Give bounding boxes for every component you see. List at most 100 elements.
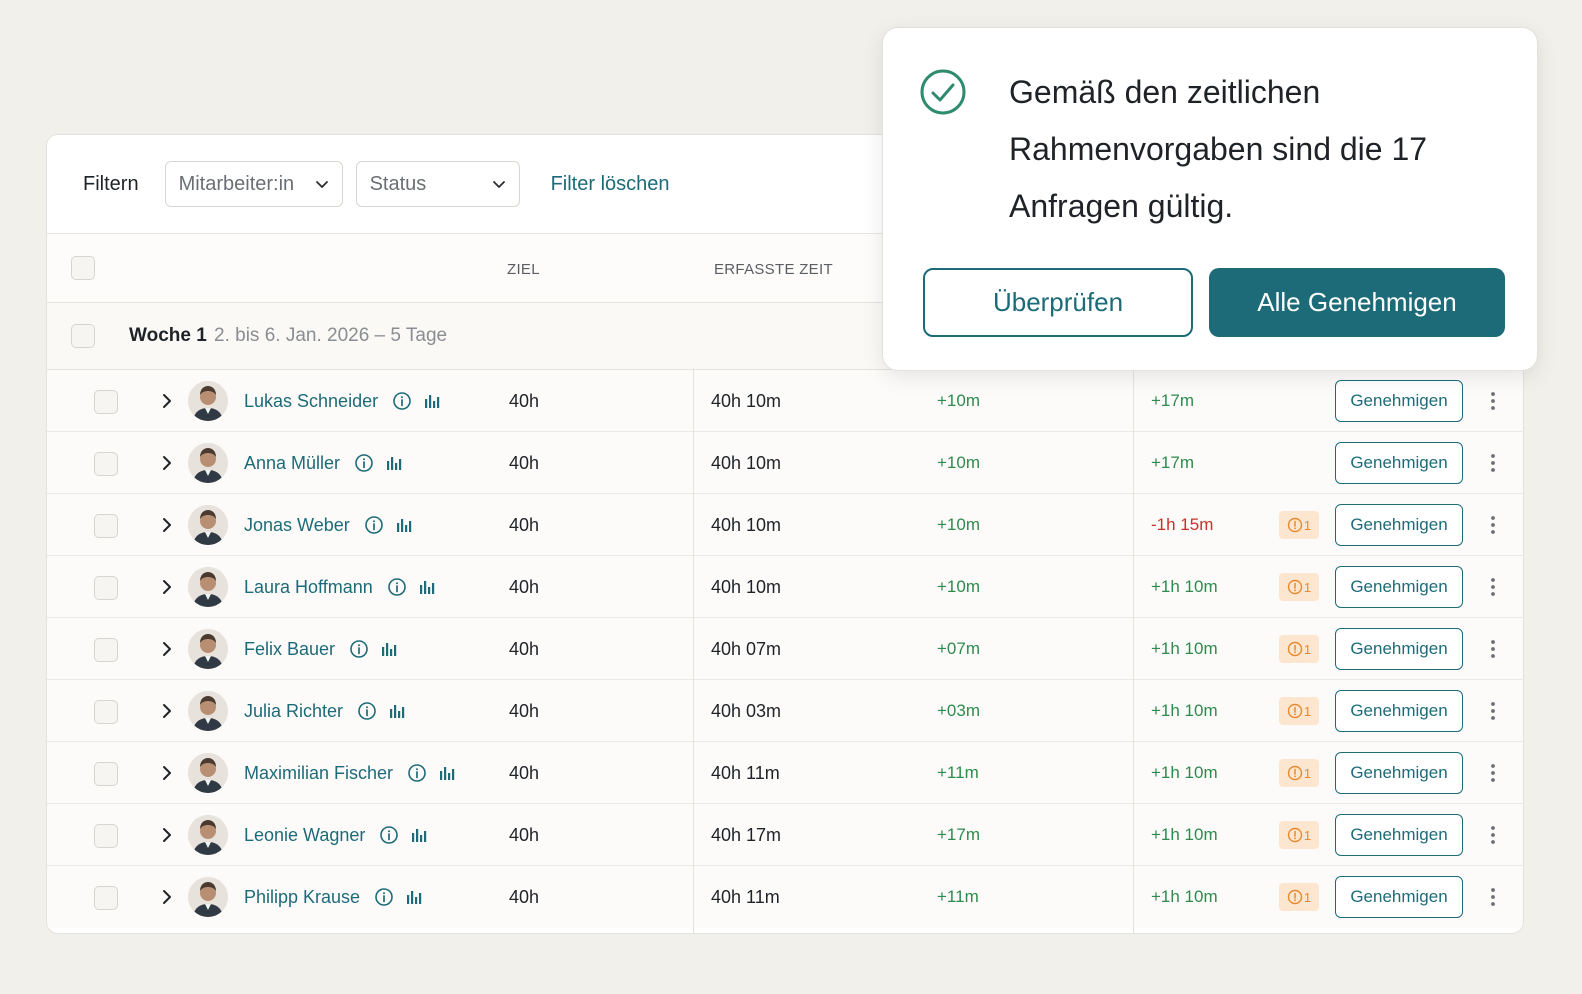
person-icon: [188, 691, 228, 731]
employee-name[interactable]: Lukas Schneider: [244, 391, 378, 412]
more-vertical-icon[interactable]: [1483, 823, 1503, 847]
chevron-right-icon[interactable]: [157, 763, 177, 783]
chevron-right-icon[interactable]: [157, 639, 177, 659]
info-icon[interactable]: [379, 825, 399, 845]
row-checkbox[interactable]: [94, 886, 118, 910]
column-header-recorded: ERFASSTE ZEIT: [714, 261, 833, 278]
warning-badge[interactable]: 1: [1279, 821, 1319, 849]
row-icons: [357, 701, 407, 721]
warning-badge[interactable]: 1: [1279, 511, 1319, 539]
bar-chart-icon[interactable]: [379, 639, 399, 659]
bar-chart-icon[interactable]: [437, 763, 457, 783]
info-icon[interactable]: [392, 391, 412, 411]
employee-name[interactable]: Laura Hoffmann: [244, 577, 373, 598]
row-icons: [379, 825, 429, 845]
row-checkbox[interactable]: [94, 514, 118, 538]
more-vertical-icon[interactable]: [1483, 761, 1503, 785]
info-icon[interactable]: [349, 639, 369, 659]
difference-value: +11m: [937, 763, 979, 782]
info-icon[interactable]: [357, 701, 377, 721]
chevron-right-icon[interactable]: [157, 825, 177, 845]
recorded-value: 40h 10m: [711, 577, 782, 597]
info-icon[interactable]: [374, 887, 394, 907]
row-checkbox[interactable]: [94, 762, 118, 786]
person-icon: [188, 877, 228, 917]
employee-name[interactable]: Anna Müller: [244, 453, 340, 474]
approve-button[interactable]: Genehmigen: [1335, 442, 1463, 484]
employee-name[interactable]: Leonie Wagner: [244, 825, 365, 846]
approve-button[interactable]: Genehmigen: [1335, 690, 1463, 732]
more-vertical-icon[interactable]: [1483, 513, 1503, 537]
chevron-right-icon[interactable]: [157, 701, 177, 721]
more-vertical-icon[interactable]: [1483, 885, 1503, 909]
status-select-value: Status: [369, 172, 427, 195]
employee-name[interactable]: Felix Bauer: [244, 639, 335, 660]
row-icons: [364, 515, 414, 535]
info-icon[interactable]: [354, 453, 374, 473]
column-header-goal: ZIEL: [507, 261, 540, 278]
more-vertical-icon[interactable]: [1483, 389, 1503, 413]
approve-button[interactable]: Genehmigen: [1335, 752, 1463, 794]
chevron-right-icon[interactable]: [157, 515, 177, 535]
select-all-checkbox[interactable]: [71, 256, 95, 280]
clear-filters-link[interactable]: Filter löschen: [551, 173, 670, 196]
warning-badge[interactable]: 1: [1279, 883, 1319, 911]
more-vertical-icon[interactable]: [1483, 575, 1503, 599]
goal-value: 40h: [509, 453, 540, 473]
chevron-right-icon[interactable]: [157, 391, 177, 411]
balance-value: +1h 10m: [1151, 577, 1218, 596]
warning-icon: [1287, 579, 1303, 595]
bar-chart-icon[interactable]: [409, 825, 429, 845]
approve-button[interactable]: Genehmigen: [1335, 876, 1463, 918]
row-checkbox[interactable]: [94, 638, 118, 662]
row-checkbox[interactable]: [94, 390, 118, 414]
row-checkbox[interactable]: [94, 824, 118, 848]
employee-name[interactable]: Maximilian Fischer: [244, 763, 393, 784]
table-row: Julia Richter 40h 40h 03m +03m +1h 10m 1…: [47, 680, 1523, 742]
chevron-right-icon[interactable]: [157, 453, 177, 473]
bar-chart-icon[interactable]: [384, 453, 404, 473]
info-icon[interactable]: [387, 577, 407, 597]
more-vertical-icon[interactable]: [1483, 451, 1503, 475]
warning-badge[interactable]: 1: [1279, 573, 1319, 601]
bar-chart-icon[interactable]: [394, 515, 414, 535]
more-vertical-icon[interactable]: [1483, 699, 1503, 723]
approve-button[interactable]: Genehmigen: [1335, 814, 1463, 856]
warning-badge[interactable]: 1: [1279, 635, 1319, 663]
chevron-right-icon[interactable]: [157, 577, 177, 597]
bar-chart-icon[interactable]: [387, 701, 407, 721]
recorded-value: 40h 10m: [711, 453, 782, 473]
approve-button[interactable]: Genehmigen: [1335, 504, 1463, 546]
info-icon[interactable]: [407, 763, 427, 783]
review-button[interactable]: Überprüfen: [923, 268, 1193, 337]
employee-name[interactable]: Julia Richter: [244, 701, 343, 722]
status-select[interactable]: Status: [355, 161, 520, 207]
approve-button[interactable]: Genehmigen: [1335, 380, 1463, 422]
warning-badge[interactable]: 1: [1279, 697, 1319, 725]
approve-all-button[interactable]: Alle Genehmigen: [1209, 268, 1505, 337]
row-checkbox[interactable]: [94, 700, 118, 724]
bar-chart-icon[interactable]: [417, 577, 437, 597]
week-checkbox[interactable]: [71, 324, 95, 348]
bar-chart-icon[interactable]: [422, 391, 442, 411]
employee-select[interactable]: Mitarbeiter:in: [164, 161, 343, 207]
more-vertical-icon[interactable]: [1483, 637, 1503, 661]
warning-count: 1: [1303, 765, 1312, 781]
employee-name[interactable]: Jonas Weber: [244, 515, 350, 536]
balance-value: +1h 10m: [1151, 763, 1218, 782]
goal-value: 40h: [509, 825, 540, 845]
chevron-right-icon[interactable]: [157, 887, 177, 907]
person-icon: [188, 567, 228, 607]
avatar: [188, 505, 228, 545]
employee-name[interactable]: Philipp Krause: [244, 887, 360, 908]
warning-icon: [1287, 703, 1303, 719]
row-checkbox[interactable]: [94, 452, 118, 476]
row-checkbox[interactable]: [94, 576, 118, 600]
approve-button[interactable]: Genehmigen: [1335, 628, 1463, 670]
warning-count: 1: [1303, 889, 1312, 905]
approve-button[interactable]: Genehmigen: [1335, 566, 1463, 608]
bar-chart-icon[interactable]: [404, 887, 424, 907]
warning-badge[interactable]: 1: [1279, 759, 1319, 787]
warning-count: 1: [1303, 827, 1312, 843]
info-icon[interactable]: [364, 515, 384, 535]
